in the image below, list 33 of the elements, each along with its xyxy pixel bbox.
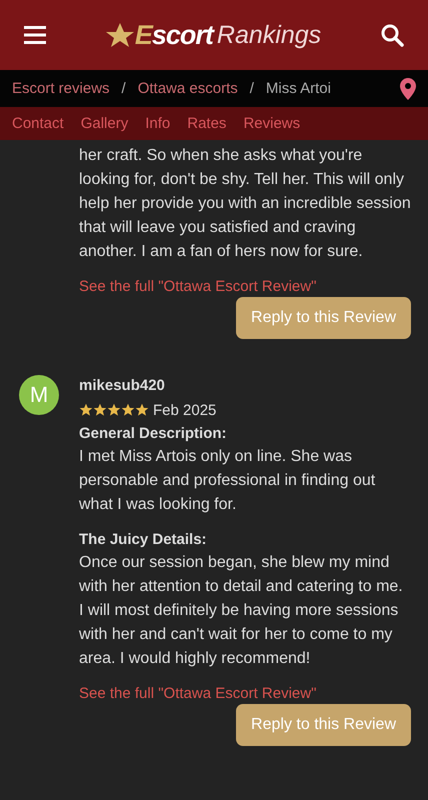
search-icon[interactable] [380,23,404,47]
logo-text[interactable]: Escort [134,20,213,50]
section-tab[interactable]: Gallery [80,115,128,132]
section-tab[interactable]: Reviews [243,115,300,132]
logo-text[interactable]: Rankings [216,20,322,50]
star-icon [121,403,135,417]
review-text: her craft. So when she asks what you're looking for, don't be shy. Tell her. This will only help her provide you with an incredible session that will leave you satisfied and craving another. I am a fan of hers now for sure. [79,146,411,262]
star-icon [79,403,93,417]
review-text: I met Miss Artois only on line. She was personable and professional in finding out what I was looking for. [79,447,376,515]
breadcrumb-separator: / [122,80,126,97]
breadcrumb-separator: / [250,80,254,97]
reply-button[interactable]: Reply to this Review [236,297,411,339]
breadcrumb-link[interactable]: Ottawa escorts [138,80,238,97]
star-icon [104,22,135,48]
star-icon [107,403,121,417]
star-icon [93,403,107,417]
section-tab[interactable]: Rates [187,115,226,132]
full-review-link[interactable]: See the full "Ottawa Escort Review" [79,685,411,702]
reply-button[interactable]: Reply to this Review [236,704,411,746]
section-heading: The Juicy Details: [79,530,208,550]
section-tab[interactable]: Contact [12,115,64,132]
star-icon [135,403,149,417]
user-avatar: M [19,375,59,415]
full-review-link[interactable]: See the full "Ottawa Escort Review" [79,278,411,295]
breadcrumb-link[interactable]: Escort reviews [12,80,110,97]
review-date: Feb 2025 [153,402,216,418]
section-heading: General Description: [79,424,228,444]
location-pin-icon[interactable] [400,78,416,100]
section-tab[interactable]: Info [145,115,170,132]
menu-icon[interactable] [24,26,46,44]
breadcrumb-link[interactable]: Miss Artoi [266,80,331,97]
username: mikesub420 [79,376,166,396]
review-text: Once our session began, she blew my mind with her attention to detail and catering to me. I will most definitely be having more sessions with her and can't wait for her to come to my area. I would highly recommend! [79,553,404,669]
